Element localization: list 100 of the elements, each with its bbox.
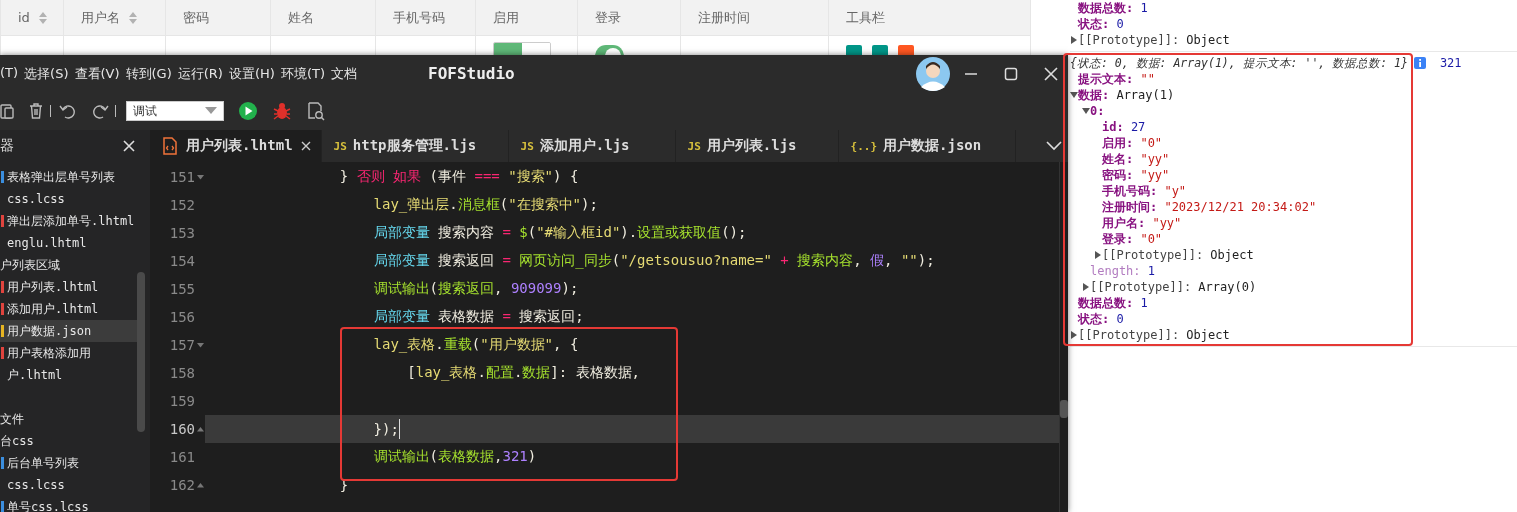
play-icon[interactable]	[238, 101, 258, 121]
column-header: 密码	[183, 8, 209, 27]
menu-item[interactable]: 运行(R)	[177, 64, 223, 83]
tree-item[interactable]: 后台单号列表	[0, 452, 137, 474]
editor-tab[interactable]: JS 用户列表.ljs	[675, 130, 839, 162]
menu-item[interactable]: (T)	[0, 64, 19, 83]
tree-item[interactable]: englu.lhtml	[0, 232, 137, 254]
console-property: [[Prototype]]: Object	[1102, 248, 1254, 262]
tree-item[interactable]: 户列表区域	[0, 254, 137, 276]
console-property: 数据总数: 1	[1078, 294, 1148, 312]
console-property: 数据总数: 1	[1078, 0, 1148, 17]
tree-item[interactable]: css.lcss	[0, 188, 137, 210]
caret-icon	[205, 107, 217, 115]
editor-tab[interactable]: 用户列表.lhtml	[150, 130, 322, 162]
mode-dropdown[interactable]: 调试	[126, 101, 224, 121]
console-property: 手机号码: "y"	[1102, 182, 1187, 200]
console-property: 状态: 0	[1078, 310, 1124, 328]
close-icon[interactable]	[300, 141, 311, 151]
scrollbar[interactable]	[1059, 162, 1068, 512]
maximize-icon[interactable]	[1004, 66, 1018, 81]
tree-item[interactable]: 弹出层添加单号.lhtml	[0, 210, 137, 232]
console-property: id: 27	[1102, 120, 1146, 134]
code-line: });	[372, 421, 399, 437]
editor-tab[interactable]: JS 添加用户.ljs	[508, 130, 676, 162]
menu-item[interactable]: 文档	[330, 64, 357, 83]
line-number: 157	[168, 337, 195, 353]
expand-arrow-icon[interactable]	[1082, 283, 1090, 291]
tree-item[interactable]: 单号css.lcss	[0, 496, 137, 512]
document-icon	[162, 137, 178, 155]
console-property: 姓名: "yy"	[1102, 150, 1170, 168]
line-number: 154	[168, 253, 195, 269]
code-line: lay_表格.重载("用户数据", {	[372, 336, 579, 354]
line-number: 160	[168, 421, 195, 437]
code-line: 调试输出(搜索返回, 909099);	[372, 280, 579, 298]
column-header: id	[18, 10, 30, 25]
code-line: 局部变量 搜索返回 = 网页访问_同步("/getsousuo?name=" + 搜索内容, 假, "");	[372, 252, 935, 270]
tree-item[interactable]: 台css	[0, 430, 137, 452]
expand-arrow-icon[interactable]	[1082, 107, 1090, 115]
expand-arrow-icon[interactable]	[1070, 91, 1078, 99]
info-icon[interactable]	[1413, 57, 1426, 69]
expand-arrow-icon[interactable]	[1070, 331, 1078, 339]
console-property: 启用: "0"	[1102, 134, 1163, 152]
console-property: length: 1	[1090, 264, 1155, 278]
tree-item[interactable]: 用户数据.json	[0, 320, 137, 342]
tree-item[interactable]: 用户表格添加用户.lhtml	[0, 342, 137, 386]
code-line: } 否则 如果 (事件 === "搜索") {	[338, 168, 579, 186]
code-line: lay_弹出层.消息框("在搜索中");	[372, 196, 598, 214]
column-header: 手机号码	[393, 8, 445, 27]
menu-item[interactable]: 选择(S)	[24, 64, 69, 83]
line-number: 159	[168, 393, 195, 409]
bug-icon[interactable]	[272, 101, 292, 121]
console-property: [[Prototype]]: Object	[1078, 328, 1230, 342]
line-number: 151	[168, 169, 195, 185]
line-number: 152	[168, 197, 195, 213]
line-number: 153	[168, 225, 195, 241]
undo-icon[interactable]	[59, 103, 77, 119]
text-cursor	[398, 419, 400, 439]
editor-tab[interactable]: {..} 用户数据.json	[838, 130, 1016, 162]
close-icon[interactable]	[1044, 66, 1058, 81]
close-icon[interactable]	[123, 140, 135, 152]
clipboard-icon[interactable]	[0, 102, 14, 120]
redo-icon[interactable]	[91, 103, 109, 119]
fold-icon[interactable]	[196, 426, 204, 432]
menu-item[interactable]: 环境(T)	[280, 64, 325, 83]
console-property: [[Prototype]]: Object	[1078, 33, 1230, 47]
tree-item[interactable]: 表格弹出层单号列表	[0, 166, 137, 188]
trash-icon[interactable]	[28, 102, 44, 120]
console-property: [[Prototype]]: Array(0)	[1090, 280, 1257, 294]
menu-item[interactable]: 设置(H)	[228, 64, 275, 83]
fold-icon[interactable]	[196, 342, 204, 348]
avatar-icon[interactable]	[916, 56, 950, 91]
tree-item[interactable]: 用户列表.lhtml	[0, 276, 137, 298]
console-property: 密码: "yy"	[1102, 166, 1170, 184]
console-property: 0:	[1090, 104, 1105, 118]
log-value: 321	[1439, 56, 1462, 70]
tree-item[interactable]: 添加用户.lhtml	[0, 298, 137, 320]
chevron-down-icon[interactable]	[1046, 141, 1062, 151]
line-number: 162	[168, 477, 195, 493]
menu-item[interactable]: 转到(G)	[125, 64, 172, 83]
editor-tab[interactable]: JS http服务管理.ljs	[321, 130, 509, 162]
column-header: 启用	[493, 8, 519, 27]
fold-icon[interactable]	[196, 174, 204, 180]
tree-item[interactable]: 文件	[0, 408, 137, 430]
tree-item[interactable]: css.lcss	[0, 474, 137, 496]
line-number: 156	[168, 309, 195, 325]
expand-arrow-icon[interactable]	[1070, 36, 1078, 44]
panel-title: 器	[0, 137, 14, 155]
line-number: 161	[168, 449, 195, 465]
console-property: 注册时间: "2023/12/21 20:34:02"	[1102, 198, 1317, 216]
menu-item[interactable]: 查看(V)	[74, 64, 120, 83]
file-type-label: JS	[520, 139, 534, 153]
fold-icon[interactable]	[196, 482, 204, 488]
find-icon[interactable]	[306, 101, 326, 121]
file-type-label: {..}	[850, 139, 878, 153]
expand-arrow-icon[interactable]	[1094, 251, 1102, 259]
console-property: 用户名: "yy"	[1102, 214, 1182, 232]
line-number: 158	[168, 365, 195, 381]
app-title: FOFStudio	[427, 64, 516, 83]
column-header: 用户名	[81, 8, 120, 27]
console-property: 登录: "0"	[1102, 230, 1163, 248]
